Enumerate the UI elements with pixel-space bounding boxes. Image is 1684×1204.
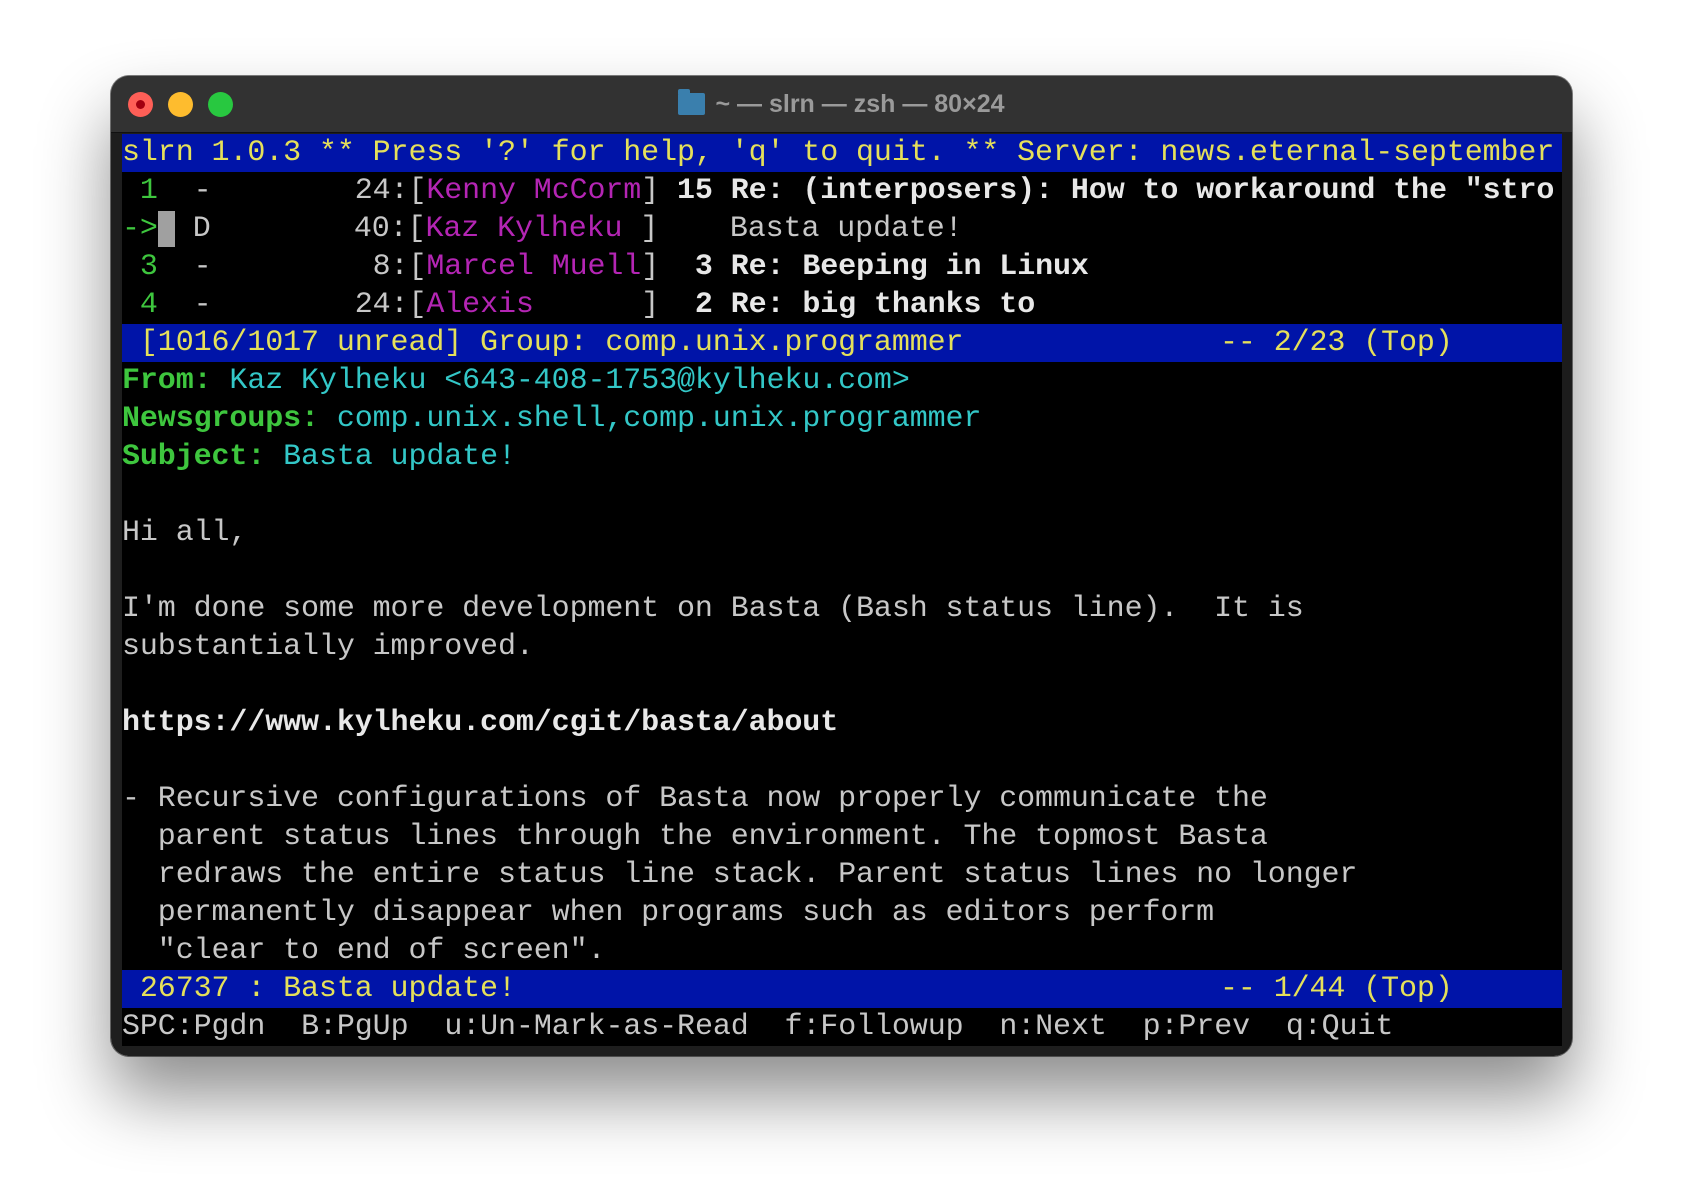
row-thread-count: 3 bbox=[677, 250, 713, 284]
row-flag: - bbox=[193, 288, 212, 322]
text-cursor bbox=[157, 211, 175, 247]
header-value: Kaz Kylheku <643-408-1753@kylheku.com> bbox=[229, 364, 910, 398]
row-subject: Re: big thanks to bbox=[730, 288, 1036, 322]
row-line-count: 40: bbox=[210, 212, 408, 246]
row-line-count: 24: bbox=[211, 288, 409, 322]
terminal-window: ~ — slrn — zsh — 80×24 slrn 1.0.3 ** Pre… bbox=[111, 76, 1572, 1056]
row-thread-count bbox=[676, 212, 712, 246]
help-line: SPC:Pgdn B:PgUp u:Un-Mark-as-Read f:Foll… bbox=[122, 1008, 1562, 1046]
article-status-position: -- 1/44 (Top) bbox=[1220, 972, 1453, 1006]
folder-icon bbox=[678, 89, 706, 115]
row-flag: D bbox=[192, 212, 211, 246]
body-text-line: substantially improved. bbox=[122, 630, 534, 664]
row-line-count: 8: bbox=[211, 250, 409, 284]
window-title: ~ — slrn — zsh — 80×24 bbox=[111, 76, 1572, 132]
help-item-quit[interactable]: q:Quit bbox=[1286, 1010, 1394, 1044]
help-item-followup[interactable]: f:Followup bbox=[784, 1010, 963, 1044]
body-text-line: I'm done some more development on Basta … bbox=[122, 592, 1304, 626]
body-bullet-line: permanently disappear when programs such… bbox=[122, 896, 1215, 930]
body-bullet-line: redraws the entire status line stack. Pa… bbox=[122, 858, 1358, 892]
help-item-next[interactable]: n:Next bbox=[999, 1010, 1107, 1044]
row-thread-count: 2 bbox=[677, 288, 713, 322]
body-bullet-line: "clear to end of screen". bbox=[122, 934, 606, 968]
header-row[interactable]: 4 - 24:[Alexis ] 2 Re: big thanks to bbox=[122, 286, 1562, 324]
header-value: Basta update! bbox=[283, 440, 516, 474]
help-item-pgup[interactable]: B:PgUp bbox=[301, 1010, 409, 1044]
row-thread-count: 15 bbox=[677, 174, 713, 208]
body-url-link[interactable]: https://www.kylheku.com/cgit/basta/about bbox=[122, 704, 1562, 742]
body-bullet-line: - Recursive configurations of Basta now … bbox=[122, 782, 1268, 816]
scrollbar-track[interactable] bbox=[1562, 132, 1572, 1056]
group-status-bar: [1016/1017 unread] Group: comp.unix.prog… bbox=[122, 324, 1562, 362]
row-subject: Basta update! bbox=[729, 212, 963, 246]
body-bullet-line: parent status lines through the environm… bbox=[122, 820, 1268, 854]
article-status-bar: 26737 : Basta update! -- 1/44 (Top) bbox=[122, 970, 1562, 1008]
row-flag: - bbox=[193, 174, 212, 208]
help-item-prev[interactable]: p:Prev bbox=[1143, 1010, 1251, 1044]
article-header-newsgroups: Newsgroups: comp.unix.shell,comp.unix.pr… bbox=[122, 400, 1562, 438]
selection-pointer: -> bbox=[122, 212, 158, 246]
header-row-selected[interactable]: -> D 40:[Kaz Kylheku ] Basta update! bbox=[122, 210, 1562, 248]
row-flag: - bbox=[193, 250, 212, 284]
row-author: Kenny McCorm bbox=[426, 174, 642, 208]
group-status-position: -- 2/23 (Top) bbox=[1220, 326, 1453, 360]
row-subject: Re: (interposers): How to workaround the… bbox=[730, 174, 1555, 208]
header-label: Newsgroups: bbox=[122, 402, 319, 436]
help-item-unmark[interactable]: u:Un-Mark-as-Read bbox=[444, 1010, 748, 1044]
title-bar[interactable]: ~ — slrn — zsh — 80×24 bbox=[111, 76, 1572, 133]
row-line-count: 24: bbox=[211, 174, 409, 208]
window-title-text: ~ — slrn — zsh — 80×24 bbox=[715, 89, 1005, 118]
body-greeting: Hi all, bbox=[122, 516, 248, 550]
article-header-from: From: Kaz Kylheku <643-408-1753@kylheku.… bbox=[122, 362, 1562, 400]
header-row[interactable]: 1 - 24:[Kenny McCorm] 15 Re: (interposer… bbox=[122, 172, 1562, 210]
group-status-left: [1016/1017 unread] Group: comp.unix.prog… bbox=[122, 326, 964, 360]
header-label: Subject: bbox=[122, 440, 266, 474]
row-author: Alexis bbox=[426, 288, 642, 322]
terminal-screen[interactable]: slrn 1.0.3 ** Press '?' for help, 'q' to… bbox=[122, 134, 1562, 1046]
row-author: Kaz Kylheku bbox=[425, 212, 641, 246]
header-row[interactable]: 3 - 8:[Marcel Muell] 3 Re: Beeping in Li… bbox=[122, 248, 1562, 286]
top-status-text: slrn 1.0.3 ** Press '?' for help, 'q' to… bbox=[122, 136, 1555, 170]
header-label: From: bbox=[122, 364, 212, 398]
row-number: 3 bbox=[122, 250, 158, 284]
article-status-left: 26737 : Basta update! bbox=[122, 972, 516, 1006]
row-number: 1 bbox=[122, 174, 158, 208]
header-value: comp.unix.shell,comp.unix.programmer bbox=[336, 402, 982, 436]
article-header-subject: Subject: Basta update! bbox=[122, 438, 1562, 476]
row-number: 4 bbox=[122, 288, 158, 322]
row-subject: Re: Beeping in Linux bbox=[730, 250, 1089, 284]
row-author: Marcel Muell bbox=[426, 250, 642, 284]
help-item-pgdn[interactable]: SPC:Pgdn bbox=[122, 1010, 265, 1044]
top-status-bar: slrn 1.0.3 ** Press '?' for help, 'q' to… bbox=[122, 134, 1562, 172]
